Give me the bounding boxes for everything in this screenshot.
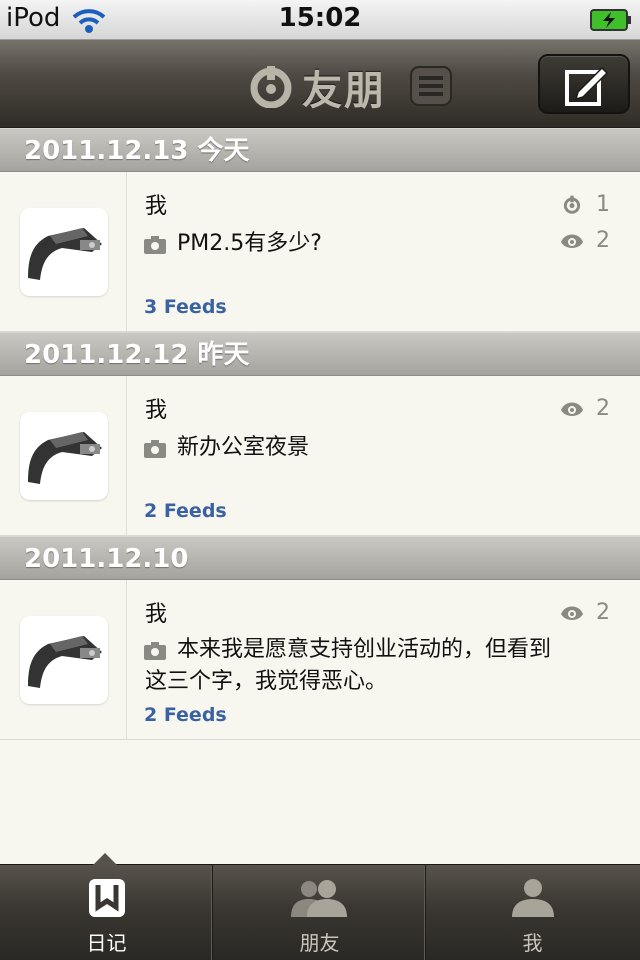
entry-author: 我	[145, 194, 168, 219]
avatar-column	[0, 376, 127, 535]
diary-entry[interactable]: 我 新办公室夜景 2 Feeds 2	[0, 376, 640, 536]
tab-me[interactable]: 我	[426, 865, 639, 960]
entry-author: 我	[145, 602, 168, 627]
view-count: 2	[596, 396, 610, 421]
battery-charging-icon	[590, 9, 631, 31]
feeds-link[interactable]: 2 Feeds	[144, 500, 227, 522]
menu-icon[interactable]	[410, 66, 452, 106]
avatar-image	[28, 432, 102, 484]
entry-author: 我	[145, 398, 168, 423]
diary-entry[interactable]: 我 本来我是愿意支持创业活动的，但看到这三个字，我觉得恶心。 2 Feeds 2	[0, 580, 640, 740]
date-header: 2011.12.10	[0, 536, 640, 580]
avatar[interactable]	[20, 208, 108, 296]
feeds-link[interactable]: 3 Feeds	[144, 296, 227, 318]
date-header: 2011.12.13 今天	[0, 128, 640, 172]
compose-button[interactable]	[538, 54, 630, 114]
like-icon	[563, 195, 581, 214]
avatar-image	[28, 228, 102, 280]
diary-icon	[89, 879, 125, 917]
diary-entry[interactable]: 我 PM2.5有多少? 3 Feeds 1 2	[0, 172, 640, 332]
status-bar: iPod 15:02	[0, 0, 640, 40]
compose-icon	[565, 66, 608, 106]
view-icon	[561, 234, 583, 248]
tab-friends[interactable]: 朋友	[213, 865, 426, 960]
tab-label: 日记	[86, 931, 127, 955]
date-header: 2011.12.12 昨天	[0, 332, 640, 376]
view-icon	[561, 402, 583, 416]
tab-label: 朋友	[299, 931, 340, 955]
avatar[interactable]	[20, 616, 108, 704]
avatar[interactable]	[20, 412, 108, 500]
view-count: 2	[596, 600, 610, 625]
tab-label: 我	[522, 931, 543, 955]
app-title: 友朋	[302, 68, 386, 114]
avatar-column	[0, 172, 127, 331]
friends-icon	[291, 880, 347, 917]
entry-text: PM2.5有多少?	[177, 231, 322, 256]
status-time: 15:02	[278, 3, 362, 33]
view-count: 2	[596, 228, 610, 253]
like-count: 1	[596, 192, 610, 217]
camera-icon	[144, 440, 166, 458]
entry-text: 新办公室夜景	[177, 435, 310, 460]
nav-bar: 友朋	[0, 40, 640, 128]
view-icon	[561, 606, 583, 620]
brand-logo-icon	[250, 66, 292, 108]
tab-bar: 日记 朋友 我	[0, 853, 640, 960]
feeds-link[interactable]: 2 Feeds	[144, 704, 227, 726]
me-icon	[512, 879, 554, 917]
entry-text: 本来我是愿意支持创业活动的，但看到这三个字，我觉得恶心。	[145, 637, 552, 694]
camera-icon	[144, 236, 166, 254]
tab-diary[interactable]: 日记	[0, 865, 213, 960]
avatar-column	[0, 580, 127, 739]
avatar-image	[28, 636, 102, 688]
active-tab-pointer	[93, 853, 117, 865]
